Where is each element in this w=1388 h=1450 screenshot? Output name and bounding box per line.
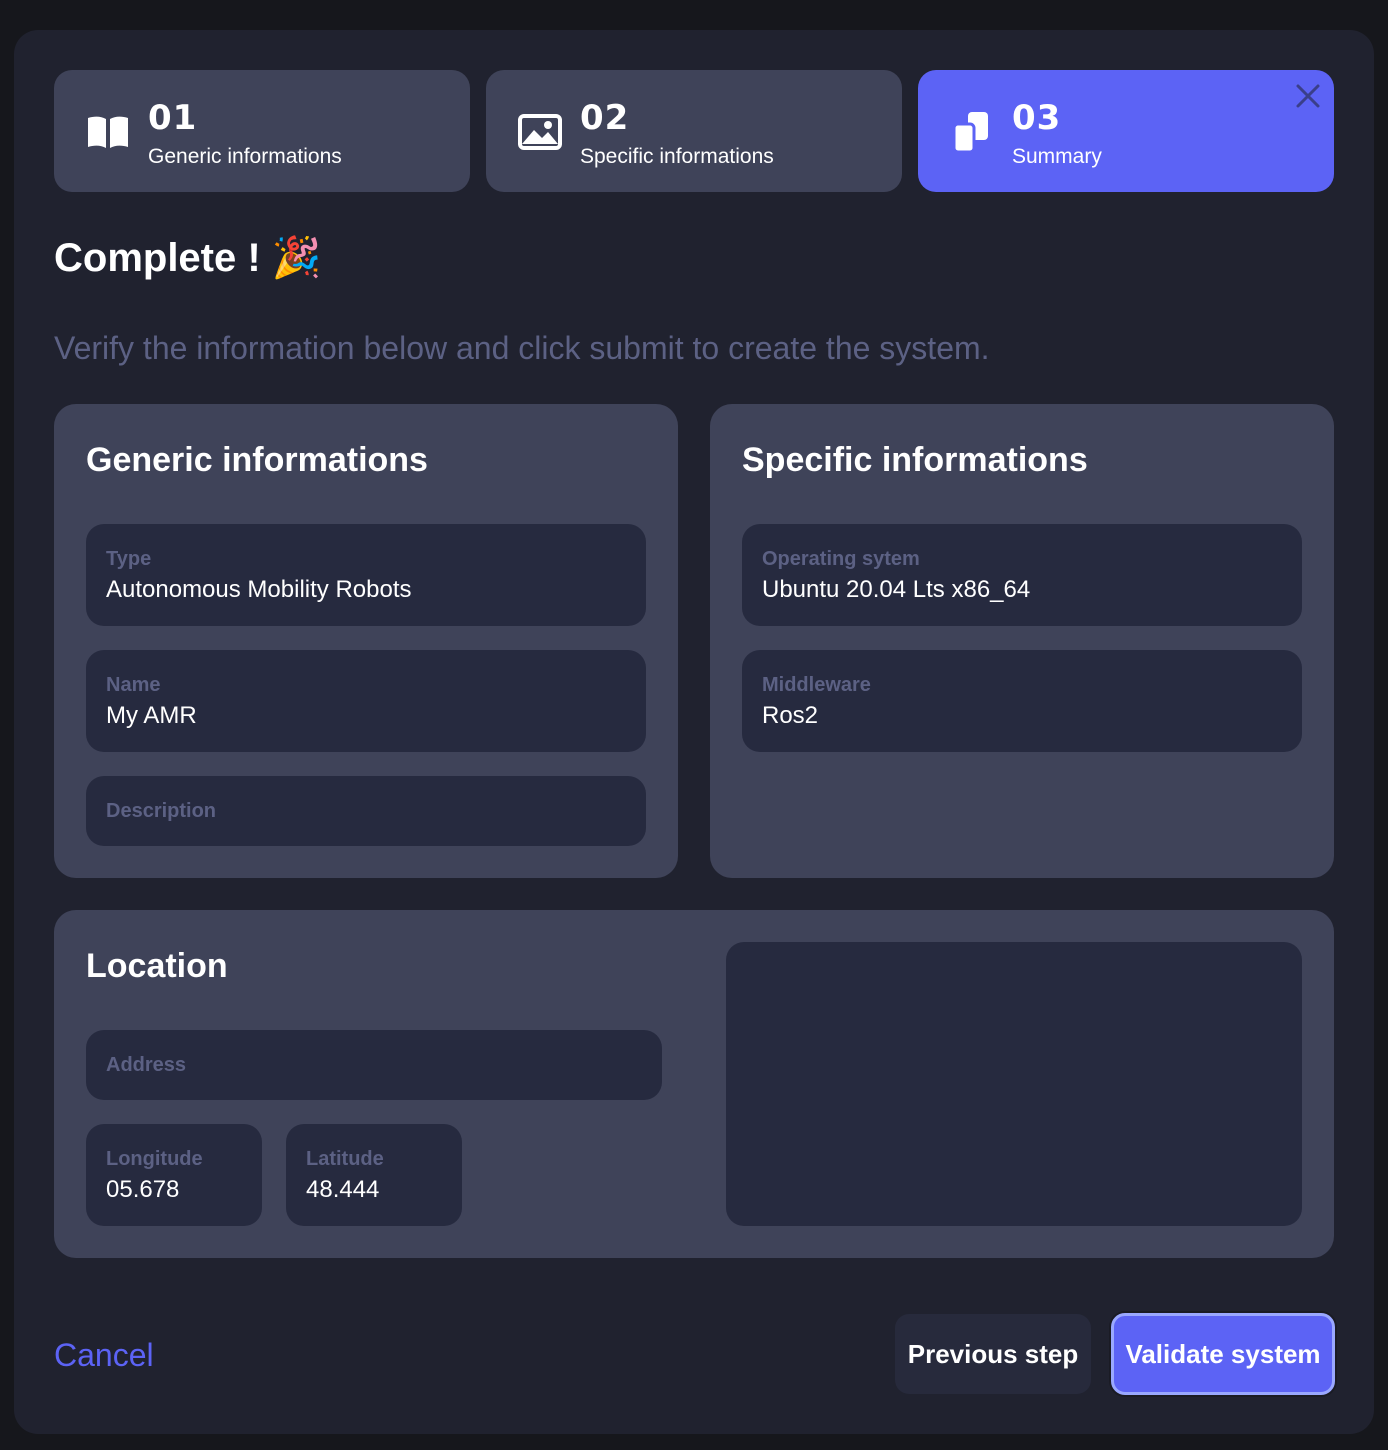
operating-system-field: Operating sytem Ubuntu 20.04 Lts x86_64 [742,524,1302,626]
step-label: Generic informations [148,145,342,168]
step-number: 01 [148,98,198,138]
card-title: Specific informations [742,441,1088,479]
field-value: 48.444 [306,1176,380,1203]
field-value: 05.678 [106,1176,180,1203]
step-number: 02 [580,98,630,138]
field-value: Ubuntu 20.04 Lts x86_64 [762,576,1031,603]
card-title: Generic informations [86,441,428,479]
validate-system-button[interactable]: Validate system [1111,1313,1335,1395]
copy-icon [952,112,988,154]
step-number: 03 [1012,98,1062,138]
field-label: Longitude [106,1148,203,1170]
location-card: Location Address Longitude 05.678 Latitu… [54,910,1334,1258]
location-map[interactable] [726,942,1302,1226]
field-label: Type [106,548,152,570]
generic-informations-card: Generic informations Type Autonomous Mob… [54,404,678,878]
page-subtitle: Verify the information below and click s… [54,330,990,366]
middleware-field: Middleware Ros2 [742,650,1302,752]
image-icon [518,114,562,150]
create-system-modal: 01 Generic informations 02 Specific info… [14,30,1374,1434]
step-label: Specific informations [580,145,774,168]
field-label: Operating sytem [762,548,920,570]
field-value: Ros2 [762,702,819,729]
step-generic-informations[interactable]: 01 Generic informations [54,70,470,192]
page-title: Complete ! 🎉 [54,236,322,280]
previous-step-button[interactable]: Previous step [895,1314,1091,1394]
longitude-field: Longitude 05.678 [86,1124,262,1226]
field-label: Address [106,1054,187,1076]
stepper: 01 Generic informations 02 Specific info… [54,70,1334,192]
description-field: Description [86,776,646,846]
step-specific-informations[interactable]: 02 Specific informations [486,70,902,192]
field-label: Middleware [762,674,871,696]
field-label: Name [106,674,161,696]
field-value: Autonomous Mobility Robots [106,576,412,603]
field-label: Latitude [306,1148,384,1170]
address-field: Address [86,1030,662,1100]
book-open-icon [88,116,128,148]
latitude-field: Latitude 48.444 [286,1124,462,1226]
field-value: My AMR [106,702,197,729]
step-label: Summary [1012,145,1102,168]
name-field: Name My AMR [86,650,646,752]
cancel-button[interactable]: Cancel [54,1336,154,1374]
card-title: Location [86,947,228,985]
type-field: Type Autonomous Mobility Robots [86,524,646,626]
step-summary[interactable]: 03 Summary [918,70,1334,192]
close-icon[interactable] [1292,80,1324,112]
specific-informations-card: Specific informations Operating sytem Ub… [710,404,1334,878]
field-label: Description [106,800,217,822]
